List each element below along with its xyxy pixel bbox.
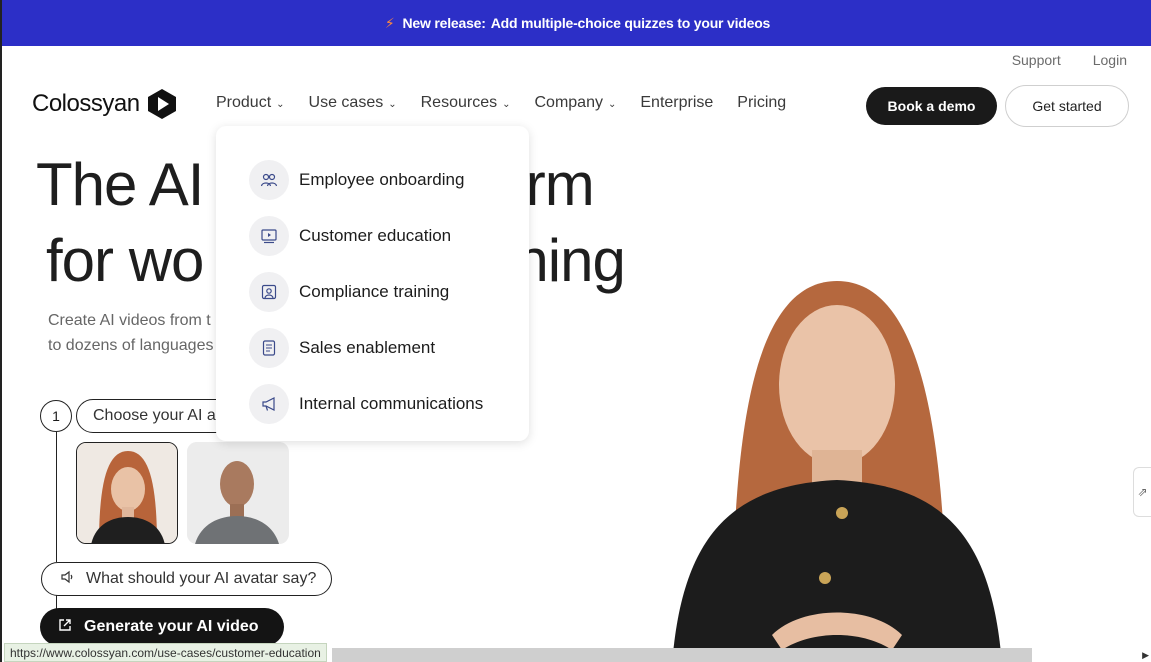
- step-connector: [56, 595, 57, 609]
- brand-name: Colossyan: [32, 90, 140, 117]
- menu-item-label: Employee onboarding: [299, 170, 465, 189]
- chevron-down-icon: ⌄: [388, 98, 397, 110]
- menu-item-employee-onboarding[interactable]: Employee onboarding: [216, 152, 529, 208]
- side-widget-tab[interactable]: ⇗: [1133, 467, 1151, 517]
- person-frame-icon: [249, 272, 289, 312]
- avatar-option-female[interactable]: [76, 442, 178, 544]
- menu-item-label: Customer education: [299, 226, 452, 245]
- chevron-down-icon: ⌄: [502, 98, 511, 110]
- banner-label: New release:: [402, 15, 486, 31]
- horizontal-scrollbar[interactable]: [332, 648, 1032, 662]
- male-avatar-image: [187, 442, 287, 544]
- scroll-right-arrow-icon[interactable]: ▶: [1142, 650, 1149, 661]
- nav-item-label: Use cases: [308, 94, 384, 111]
- menu-item-customer-education[interactable]: Customer education: [216, 208, 529, 264]
- menu-item-compliance-training[interactable]: Compliance training: [216, 264, 529, 320]
- nav-item-label: Pricing: [737, 94, 787, 111]
- megaphone-icon: [249, 384, 289, 424]
- book-demo-button[interactable]: Book a demo: [866, 87, 997, 125]
- announcement-banner[interactable]: ⚡ New release: Add multiple-choice quizz…: [2, 0, 1151, 46]
- hero-line1-left: The AI: [36, 151, 204, 218]
- menu-item-label: Compliance training: [299, 282, 450, 301]
- avatar-option-male[interactable]: [187, 442, 289, 544]
- nav-enterprise[interactable]: Enterprise: [640, 94, 713, 112]
- nav-use-cases[interactable]: Use cases ⌄: [309, 94, 397, 112]
- banner-text: Add multiple-choice quizzes to your vide…: [490, 15, 771, 31]
- nav-pricing[interactable]: Pricing: [737, 94, 786, 112]
- nav-item-label: Enterprise: [640, 94, 714, 111]
- brand-mark-icon: [147, 89, 176, 119]
- menu-item-internal-communications[interactable]: Internal communications: [216, 376, 529, 432]
- step-number: 1: [40, 400, 72, 432]
- hero-subtitle-1: Create AI videos from t: [48, 312, 211, 329]
- script-prompt-pill[interactable]: What should your AI avatar say?: [41, 562, 332, 596]
- login-link[interactable]: Login: [1093, 52, 1127, 68]
- page: ⚡ New release: Add multiple-choice quizz…: [0, 0, 1151, 662]
- menu-item-label: Sales enablement: [299, 338, 436, 357]
- nav-resources[interactable]: Resources ⌄: [421, 94, 511, 112]
- lightning-bolt-icon: ⚡: [384, 14, 395, 31]
- hero-subtitle-2: to dozens of languages: [48, 337, 214, 354]
- chevron-down-icon: ⌄: [276, 98, 285, 110]
- step-connector: [56, 432, 57, 562]
- get-started-button[interactable]: Get started: [1005, 85, 1129, 127]
- support-link[interactable]: Support: [1012, 52, 1061, 68]
- main-nav: Product ⌄ Use cases ⌄ Resources ⌄ Compan…: [216, 94, 786, 112]
- menu-item-label: Internal communications: [299, 394, 484, 413]
- people-icon: [249, 160, 289, 200]
- utility-links: Support Login: [1012, 52, 1127, 68]
- document-icon: [249, 328, 289, 368]
- hero-line2-left: for wo: [46, 227, 204, 294]
- chevron-down-icon: ⌄: [607, 98, 617, 110]
- menu-item-sales-enablement[interactable]: Sales enablement: [216, 320, 529, 376]
- script-prompt-label: What should your AI avatar say?: [86, 570, 317, 587]
- brand-logo[interactable]: Colossyan: [32, 88, 178, 120]
- generate-video-button[interactable]: Generate your AI video: [40, 608, 284, 646]
- presenter-image: [672, 281, 1002, 662]
- nav-item-label: Company: [534, 94, 603, 111]
- female-avatar-image: [77, 443, 177, 543]
- chart-icon: ⇗: [1137, 485, 1148, 499]
- status-bar-url: https://www.colossyan.com/use-cases/cust…: [4, 643, 327, 662]
- nav-item-label: Product: [216, 94, 272, 111]
- hero-line2-right: ning: [515, 227, 625, 294]
- external-link-icon: [58, 618, 72, 637]
- nav-company[interactable]: Company ⌄: [535, 94, 617, 112]
- nav-product[interactable]: Product ⌄: [216, 94, 285, 112]
- nav-item-label: Resources: [420, 94, 498, 111]
- speaker-icon: [60, 570, 74, 589]
- generate-video-label: Generate your AI video: [84, 618, 259, 635]
- video-screen-icon: [249, 216, 289, 256]
- use-cases-dropdown: Employee onboarding Customer education C…: [216, 126, 529, 441]
